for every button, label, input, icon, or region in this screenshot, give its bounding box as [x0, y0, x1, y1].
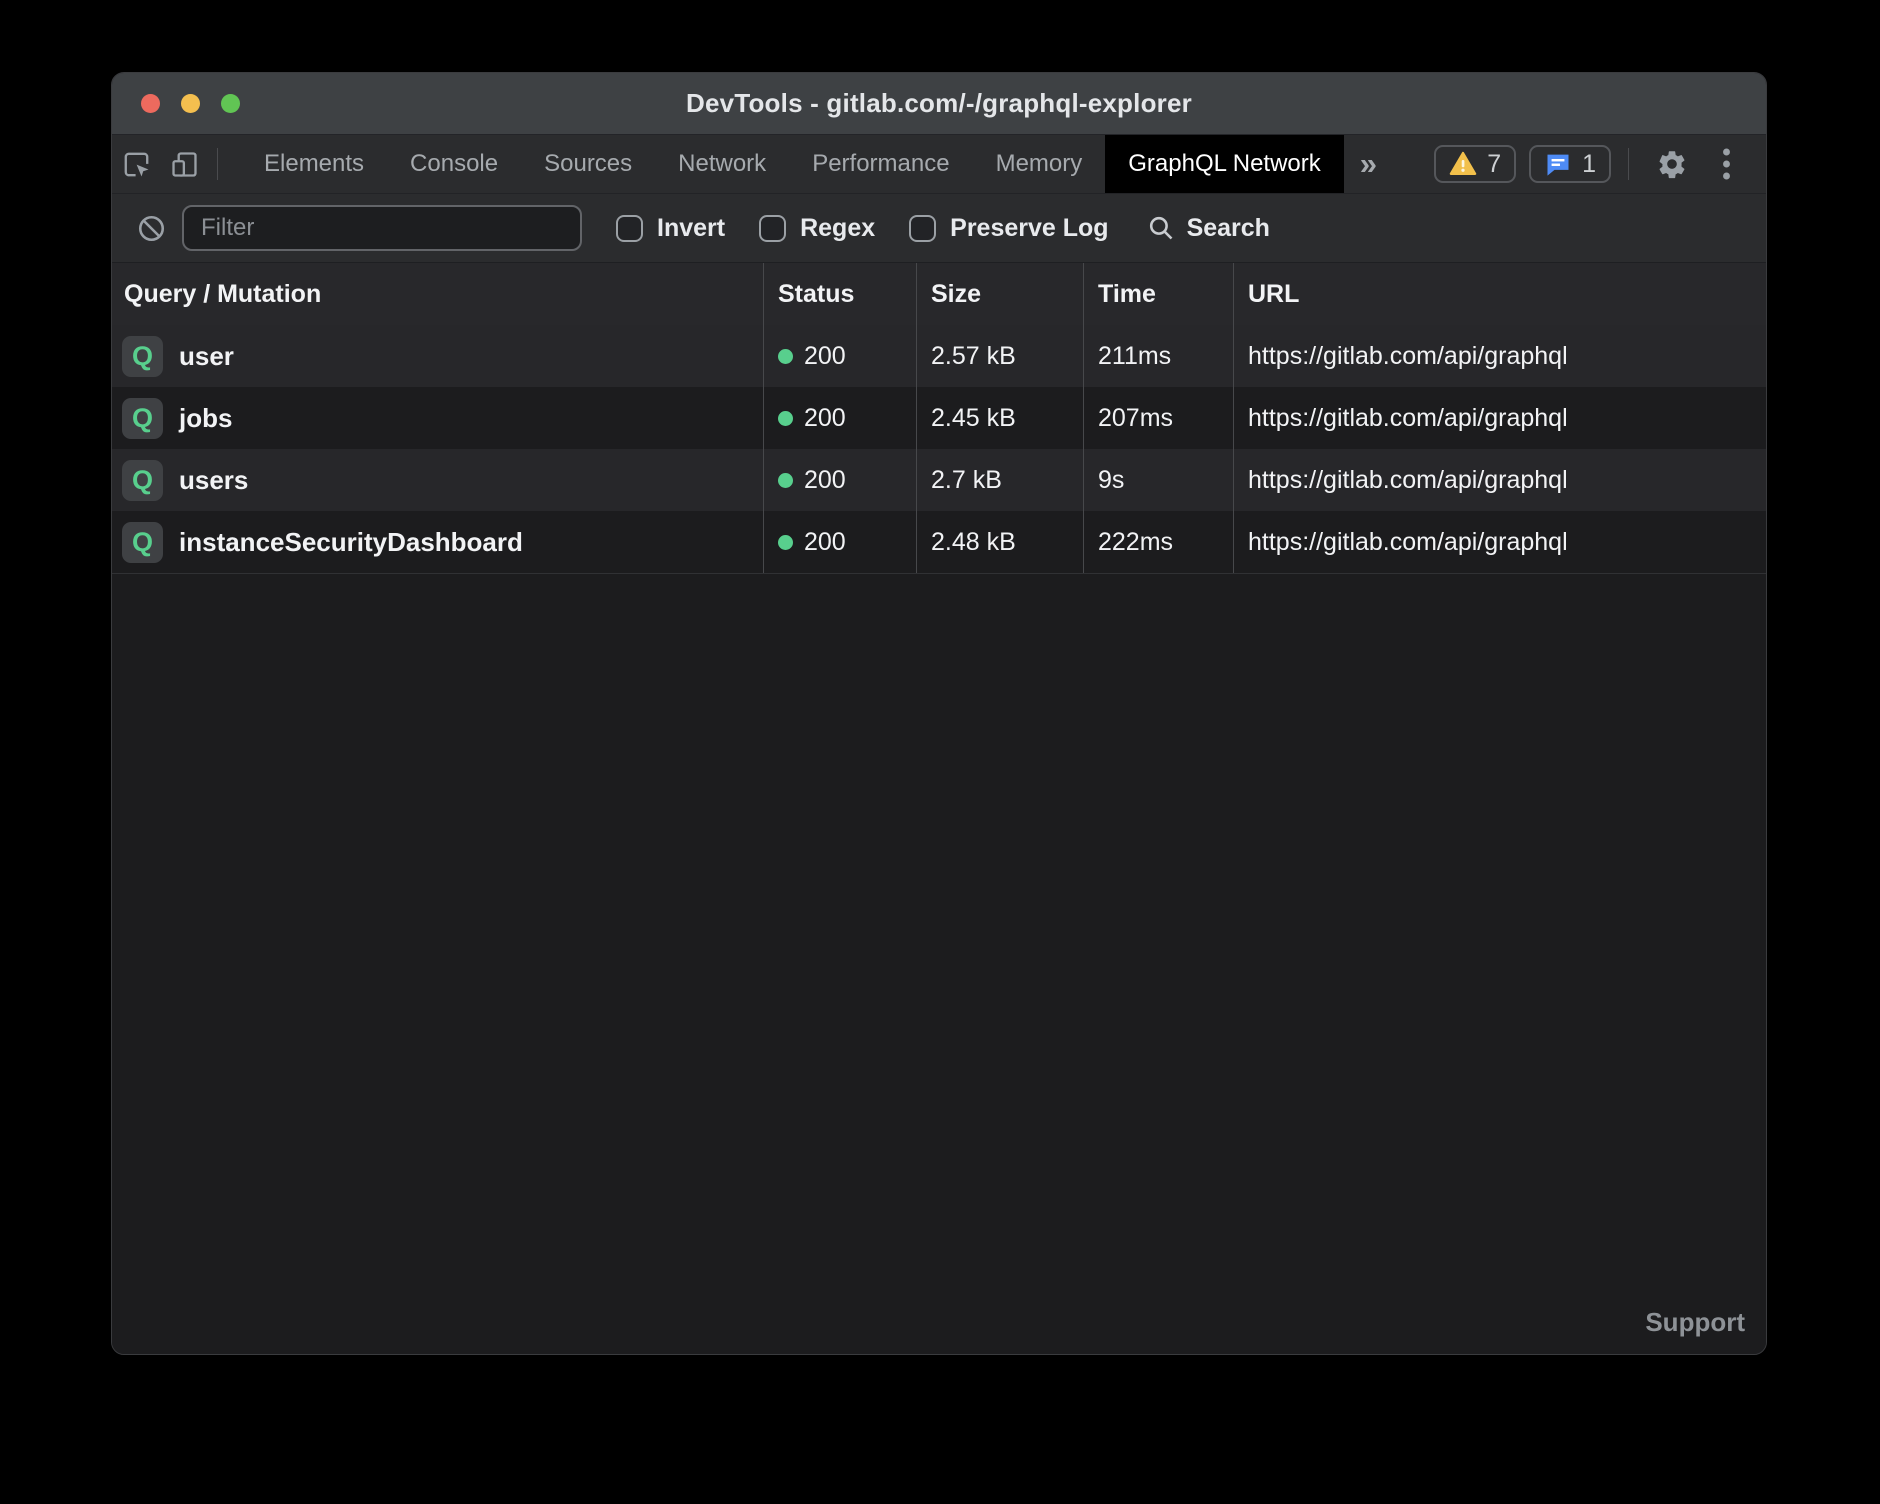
regex-checkbox[interactable]: [759, 215, 786, 242]
zoom-button[interactable]: [221, 94, 240, 113]
search-button[interactable]: Search: [1147, 214, 1270, 243]
settings-button[interactable]: [1646, 148, 1698, 180]
time-value: 211ms: [1083, 325, 1233, 387]
status-value: 200: [804, 528, 846, 557]
issues-badge[interactable]: 1: [1529, 145, 1611, 183]
inspect-cursor-icon: [121, 149, 152, 180]
status-ok-dot: [778, 349, 793, 364]
status-ok-dot: [778, 473, 793, 488]
filter-input[interactable]: [182, 205, 582, 251]
query-name: users: [179, 465, 248, 496]
size-value: 2.57 kB: [916, 325, 1083, 387]
status-value: 200: [804, 466, 846, 495]
chevron-double-right-icon: »: [1360, 146, 1377, 182]
window-title: DevTools - gitlab.com/-/graphql-explorer: [686, 88, 1192, 119]
clear-requests-button[interactable]: [136, 213, 167, 244]
tab-console[interactable]: Console: [387, 135, 521, 193]
tab-graphql-network[interactable]: GraphQL Network: [1105, 135, 1344, 193]
table-row[interactable]: Q users 200 2.7 kB 9s https://gitlab.com…: [112, 449, 1766, 511]
column-header-status: Status: [763, 263, 916, 325]
table-row[interactable]: Q instanceSecurityDashboard 200 2.48 kB …: [112, 511, 1766, 573]
column-header-query: Query / Mutation: [112, 263, 763, 325]
regex-label: Regex: [800, 214, 875, 243]
vertical-dots-icon: [1721, 146, 1732, 182]
status-ok-dot: [778, 411, 793, 426]
support-link[interactable]: Support: [1645, 1307, 1745, 1338]
title-bar: DevTools - gitlab.com/-/graphql-explorer: [112, 73, 1766, 135]
table-row[interactable]: Q user 200 2.57 kB 211ms https://gitlab.…: [112, 325, 1766, 387]
status-ok-dot: [778, 535, 793, 550]
tab-performance[interactable]: Performance: [789, 135, 972, 193]
invert-checkbox[interactable]: [616, 215, 643, 242]
query-badge: Q: [122, 398, 163, 439]
column-header-url: URL: [1233, 263, 1766, 325]
table-header: Query / Mutation Status Size Time URL: [112, 262, 1766, 325]
column-header-time: Time: [1083, 263, 1233, 325]
device-toolbar-button[interactable]: [160, 135, 208, 193]
table-row[interactable]: Q jobs 200 2.45 kB 207ms https://gitlab.…: [112, 387, 1766, 449]
issues-count: 1: [1582, 150, 1596, 179]
search-label: Search: [1187, 214, 1270, 243]
message-bubble-icon: [1544, 150, 1572, 178]
devtools-tab-bar: Elements Console Sources Network Perform…: [112, 135, 1766, 193]
empty-panel-area: Support: [112, 574, 1766, 1354]
request-list: Q user 200 2.57 kB 211ms https://gitlab.…: [112, 325, 1766, 574]
url-value: https://gitlab.com/api/graphql: [1233, 449, 1766, 511]
query-badge: Q: [122, 522, 163, 563]
filter-toolbar: Invert Regex Preserve Log Search: [112, 193, 1766, 262]
minimize-button[interactable]: [181, 94, 200, 113]
toolbar-separator: [217, 148, 218, 180]
gear-icon: [1656, 148, 1688, 180]
status-value: 200: [804, 404, 846, 433]
url-value: https://gitlab.com/api/graphql: [1233, 511, 1766, 573]
time-value: 222ms: [1083, 511, 1233, 573]
inspect-element-button[interactable]: [112, 135, 160, 193]
url-value: https://gitlab.com/api/graphql: [1233, 387, 1766, 449]
time-value: 207ms: [1083, 387, 1233, 449]
tab-network[interactable]: Network: [655, 135, 789, 193]
tab-sources[interactable]: Sources: [521, 135, 655, 193]
url-value: https://gitlab.com/api/graphql: [1233, 325, 1766, 387]
devtools-window: DevTools - gitlab.com/-/graphql-explorer…: [111, 72, 1767, 1355]
query-badge: Q: [122, 336, 163, 377]
warning-triangle-icon: [1449, 150, 1477, 178]
warnings-badge[interactable]: 7: [1434, 145, 1516, 183]
tab-bar-right-controls: 7 1: [1434, 135, 1766, 193]
query-name: jobs: [179, 403, 232, 434]
more-options-button[interactable]: [1711, 146, 1742, 182]
column-header-size: Size: [916, 263, 1083, 325]
size-value: 2.45 kB: [916, 387, 1083, 449]
status-value: 200: [804, 342, 846, 371]
more-tabs-button[interactable]: »: [1344, 135, 1393, 193]
size-value: 2.48 kB: [916, 511, 1083, 573]
warnings-count: 7: [1487, 150, 1501, 179]
traffic-lights: [141, 73, 240, 134]
invert-checkbox-group[interactable]: Invert: [616, 214, 725, 243]
preserve-log-checkbox[interactable]: [909, 215, 936, 242]
query-name: instanceSecurityDashboard: [179, 527, 523, 558]
query-name: user: [179, 341, 234, 372]
preserve-log-label: Preserve Log: [950, 214, 1108, 243]
panel-tabs: Elements Console Sources Network Perform…: [241, 135, 1344, 193]
preserve-log-checkbox-group[interactable]: Preserve Log: [909, 214, 1108, 243]
tab-elements[interactable]: Elements: [241, 135, 387, 193]
invert-label: Invert: [657, 214, 725, 243]
size-value: 2.7 kB: [916, 449, 1083, 511]
regex-checkbox-group[interactable]: Regex: [759, 214, 875, 243]
query-badge: Q: [122, 460, 163, 501]
tab-memory[interactable]: Memory: [973, 135, 1106, 193]
device-toolbar-icon: [169, 149, 200, 180]
block-icon: [136, 213, 167, 244]
time-value: 9s: [1083, 449, 1233, 511]
search-icon: [1147, 214, 1175, 242]
controls-separator: [1628, 148, 1629, 180]
close-button[interactable]: [141, 94, 160, 113]
